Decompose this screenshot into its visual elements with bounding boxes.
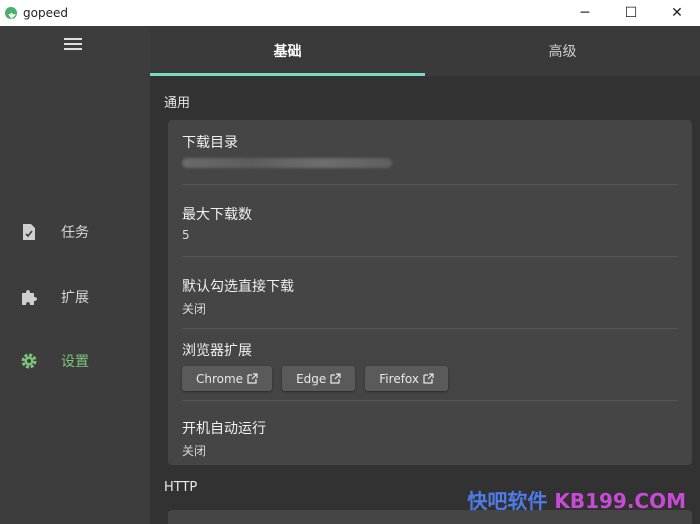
sidebar-item-label: 扩展 [61, 290, 89, 306]
setting-title: 下载目录 [182, 135, 238, 151]
task-file-icon [20, 223, 38, 241]
minimize-button[interactable]: ─ [562, 0, 608, 26]
main-content: 基础 高级 通用 下载目录 最大下载数 5 默认勾选直接下载 关闭 浏览器扩展 [150, 26, 700, 524]
setting-browser-extension: 浏览器扩展 Chrome Edge Firefox [182, 340, 678, 391]
setting-max-downloads[interactable]: 最大下载数 5 [182, 204, 678, 242]
external-link-icon [330, 373, 341, 384]
close-button[interactable]: ✕ [654, 0, 700, 26]
maximize-button[interactable]: ☐ [608, 0, 654, 26]
gopeed-logo-icon [4, 6, 18, 20]
tab-advanced[interactable]: 高级 [425, 26, 700, 76]
sidebar: 任务 扩展 设置 [0, 26, 150, 524]
external-link-icon [423, 373, 434, 384]
settings-gear-icon [20, 352, 38, 370]
app-title: gopeed [23, 6, 68, 20]
setting-title: 默认勾选直接下载 [182, 279, 294, 295]
tab-basic[interactable]: 基础 [150, 26, 425, 76]
external-link-icon [247, 373, 258, 384]
setting-default-select-download[interactable]: 默认勾选直接下载 关闭 [182, 276, 678, 317]
setting-download-dir[interactable]: 下载目录 [182, 132, 678, 172]
sidebar-item-settings[interactable]: 设置 [0, 341, 150, 381]
general-settings-card: 下载目录 最大下载数 5 默认勾选直接下载 关闭 浏览器扩展 Chrome Ed… [168, 120, 692, 465]
setting-value: 5 [182, 228, 190, 242]
setting-title: 最大下载数 [182, 207, 252, 223]
setting-autostart[interactable]: 开机自动运行 关闭 [182, 418, 678, 459]
puzzle-extension-icon [20, 288, 38, 306]
sidebar-item-tasks[interactable]: 任务 [0, 212, 150, 252]
divider [182, 400, 678, 401]
section-title-general: 通用 [164, 96, 191, 111]
setting-title: 开机自动运行 [182, 421, 266, 437]
divider [182, 328, 678, 329]
title-bar: gopeed ─ ☐ ✕ [0, 0, 700, 26]
edge-extension-button[interactable]: Edge [282, 366, 356, 391]
tab-bar: 基础 高级 [150, 26, 700, 76]
app-window: gopeed ─ ☐ ✕ 任务 扩展 设置 基础 高级 通用 下载目录 最大下载… [0, 0, 700, 524]
setting-value: 关闭 [182, 444, 207, 458]
watermark: 快吧软件 KB199.COM [467, 489, 686, 513]
firefox-extension-button[interactable]: Firefox [365, 366, 448, 391]
sidebar-item-label: 设置 [61, 354, 89, 370]
setting-value: 关闭 [182, 302, 207, 316]
download-dir-path-blurred [182, 158, 392, 168]
section-title-http: HTTP [164, 480, 198, 495]
sidebar-item-label: 任务 [61, 225, 89, 241]
sidebar-item-extensions[interactable]: 扩展 [0, 277, 150, 317]
hamburger-menu-icon[interactable] [64, 38, 82, 52]
divider [182, 184, 678, 185]
setting-title: 浏览器扩展 [182, 343, 252, 359]
divider [182, 256, 678, 257]
chrome-extension-button[interactable]: Chrome [182, 366, 273, 391]
